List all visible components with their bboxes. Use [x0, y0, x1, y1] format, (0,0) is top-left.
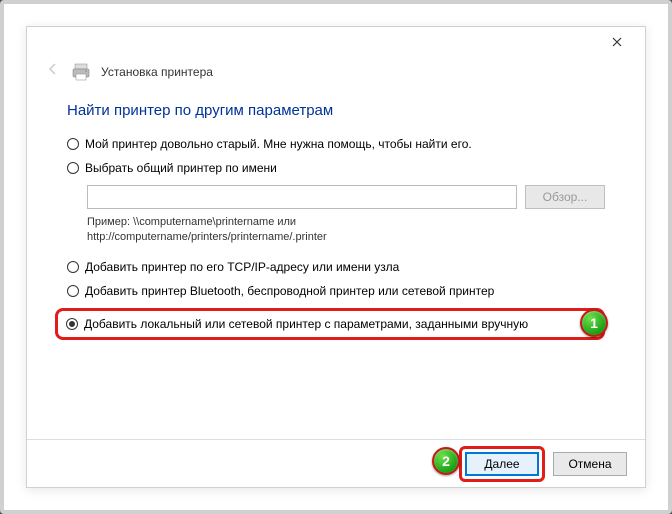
header-row: Установка принтера	[27, 57, 645, 94]
printer-wizard-dialog: Установка принтера Найти принтер по друг…	[26, 26, 646, 488]
cancel-button[interactable]: Отмена	[553, 452, 627, 476]
shared-name-input-row: Обзор...	[87, 185, 605, 209]
radio-label: Добавить локальный или сетевой принтер с…	[84, 317, 528, 331]
close-icon	[612, 37, 622, 47]
printer-name-input[interactable]	[87, 185, 517, 209]
annotation-badge-2: 2	[432, 447, 460, 475]
radio-icon	[67, 261, 79, 273]
close-button[interactable]	[597, 28, 637, 56]
example-line: Пример: \\computername\printername или	[87, 215, 605, 230]
radio-bluetooth-wireless[interactable]: Добавить принтер Bluetooth, беспроводной…	[67, 284, 605, 298]
radio-shared-by-name[interactable]: Выбрать общий принтер по имени	[67, 161, 605, 175]
radio-label: Добавить принтер по его TCP/IP-адресу ил…	[85, 260, 399, 274]
radio-label: Добавить принтер Bluetooth, беспроводной…	[85, 284, 494, 298]
radio-label: Выбрать общий принтер по имени	[85, 161, 277, 175]
radio-tcpip[interactable]: Добавить принтер по его TCP/IP-адресу ил…	[67, 260, 605, 274]
back-icon[interactable]	[45, 61, 61, 82]
screenshot-frame: Установка принтера Найти принтер по друг…	[0, 0, 672, 514]
annotation-highlight-1: Добавить локальный или сетевой принтер с…	[55, 308, 605, 340]
annotation-highlight-2: 2 Далее	[459, 446, 545, 482]
page-heading: Найти принтер по другим параметрам	[27, 94, 645, 137]
browse-button: Обзор...	[525, 185, 605, 209]
annotation-badge-1: 1	[580, 309, 608, 337]
radio-icon-checked	[66, 318, 78, 330]
next-button[interactable]: Далее	[465, 452, 539, 476]
radio-icon	[67, 138, 79, 150]
radio-local-manual[interactable]: Добавить локальный или сетевой принтер с…	[66, 317, 528, 331]
example-line: http://computername/printers/printername…	[87, 230, 605, 245]
printer-icon	[71, 63, 91, 81]
dialog-footer: 2 Далее Отмена	[27, 439, 645, 487]
example-text: Пример: \\computername\printername или h…	[87, 215, 605, 246]
radio-label: Мой принтер довольно старый. Мне нужна п…	[85, 137, 472, 151]
radio-old-printer[interactable]: Мой принтер довольно старый. Мне нужна п…	[67, 137, 605, 151]
titlebar	[27, 27, 645, 57]
radio-icon	[67, 285, 79, 297]
radio-icon	[67, 162, 79, 174]
wizard-title: Установка принтера	[101, 65, 213, 79]
options-group: Мой принтер довольно старый. Мне нужна п…	[27, 137, 645, 340]
